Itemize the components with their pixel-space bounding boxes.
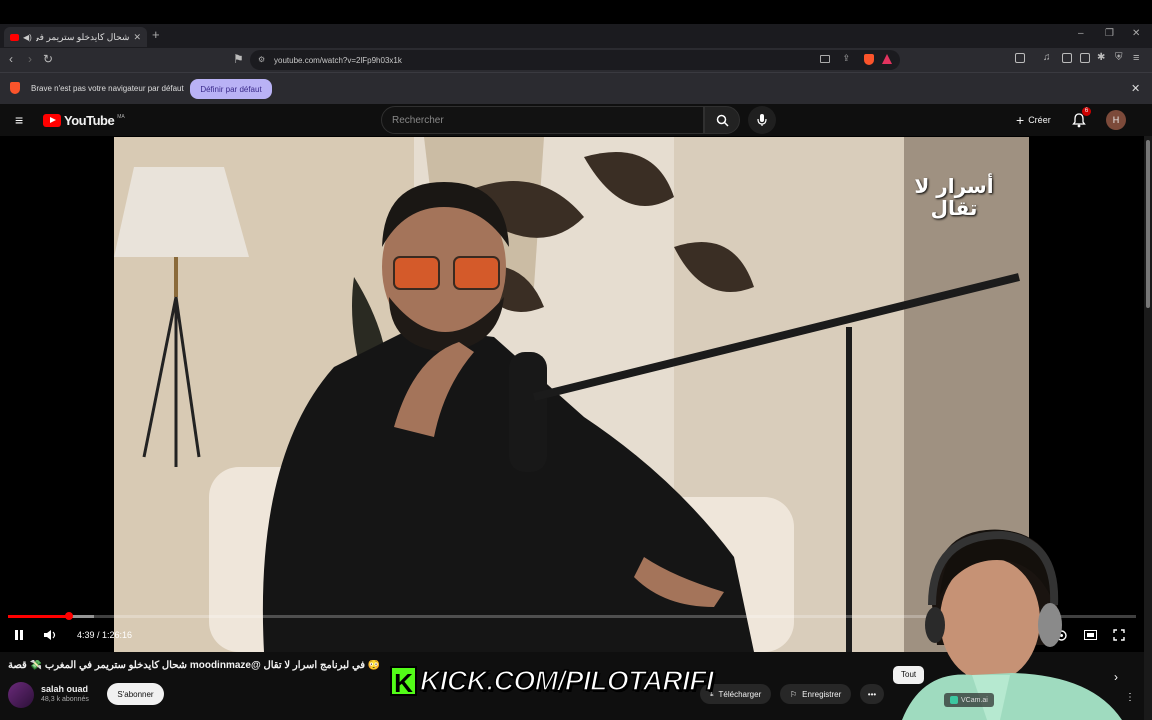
- streamer-webcam-image: [902, 529, 1122, 720]
- volume-icon[interactable]: [43, 629, 58, 641]
- vpn-icon[interactable]: ⛨: [1115, 52, 1123, 63]
- scrubber-knob[interactable]: [64, 612, 73, 620]
- channel-avatar[interactable]: [8, 682, 34, 708]
- brave-logo-icon: [10, 82, 20, 94]
- close-infobar-icon[interactable]: ✕: [1131, 82, 1140, 95]
- download-label: Télécharger: [718, 689, 762, 699]
- kick-overlay: K KICK.COM/PILOTARIFI: [390, 664, 715, 698]
- url-text: youtube.com/watch?v=2lFp9h03x1k: [274, 55, 402, 65]
- webcam-overlay: VCam.ai: [892, 525, 1144, 720]
- hamburger-menu-icon[interactable]: ≡: [15, 112, 23, 128]
- search-icon: [716, 114, 729, 127]
- youtube-logo[interactable]: YouTube MA: [43, 113, 125, 128]
- address-bar[interactable]: ⚙ youtube.com/watch?v=2lFp9h03x1k ⇪: [250, 50, 900, 70]
- channel-name[interactable]: salah ouad: [41, 684, 88, 694]
- infobar-message: Brave n'est pas votre navigateur par déf…: [31, 84, 184, 93]
- account-avatar[interactable]: H: [1106, 110, 1126, 130]
- time-display: 4:39 / 1:26:16: [77, 630, 133, 640]
- minimize-window-button[interactable]: –: [1078, 28, 1084, 39]
- maximize-window-button[interactable]: ❐: [1105, 28, 1114, 39]
- kick-url-text: KICK.COM/PILOTARIFI: [419, 664, 714, 697]
- new-tab-button[interactable]: +: [152, 27, 160, 42]
- tab-title: شحال كايدخلو ستريمر في: [35, 31, 130, 42]
- save-button[interactable]: ⚐ Enregistrer: [780, 684, 852, 704]
- youtube-play-icon: [43, 114, 61, 127]
- set-default-button[interactable]: Définir par défaut: [190, 79, 272, 99]
- sidebar-toggle-icon[interactable]: [1015, 53, 1025, 63]
- wallet-icon[interactable]: [1080, 53, 1090, 63]
- back-arrow-icon[interactable]: ‹: [9, 52, 13, 66]
- youtube-wordmark: YouTube: [64, 113, 115, 128]
- pause-icon[interactable]: [13, 629, 25, 641]
- brave-shields-icon[interactable]: [864, 54, 874, 65]
- brave-rewards-icon[interactable]: [882, 54, 892, 64]
- played-bar: [8, 615, 69, 618]
- close-window-button[interactable]: ✕: [1132, 28, 1140, 39]
- window-top-strip: [0, 0, 1152, 24]
- browser-tab-active[interactable]: ◀) شحال كايدخلو ستريمر في ✕: [4, 27, 147, 47]
- search-input[interactable]: Rechercher: [381, 106, 704, 134]
- search-button[interactable]: [704, 106, 740, 134]
- reload-icon[interactable]: ↻: [43, 52, 53, 66]
- vcam-label: VCam.ai: [961, 696, 988, 704]
- show-logo-text: أسرار لا تقال: [914, 174, 994, 220]
- reading-list-icon[interactable]: [1062, 53, 1072, 63]
- bookmark-icon[interactable]: ⚑: [233, 52, 244, 66]
- page-scrollbar[interactable]: [1144, 136, 1152, 720]
- scrollbar-thumb[interactable]: [1146, 140, 1150, 308]
- country-code: MA: [117, 113, 125, 120]
- menu-icon[interactable]: ≡: [1133, 52, 1139, 64]
- extensions-icon[interactable]: ✱: [1097, 52, 1105, 63]
- close-tab-icon[interactable]: ✕: [133, 32, 141, 43]
- vcam-watermark: VCam.ai: [944, 693, 994, 707]
- bookmark-save-icon: ⚐: [790, 689, 798, 699]
- video-title: 😳 في لبرنامج أسرار لا تقال @moodinmaze ش…: [8, 660, 381, 671]
- vcam-logo-icon: [950, 696, 958, 704]
- youtube-header: ≡ YouTube MA Rechercher + Créer 6 H: [0, 104, 1152, 136]
- forward-arrow-icon[interactable]: ›: [28, 52, 32, 66]
- save-label: Enregistrer: [802, 689, 842, 699]
- create-button[interactable]: + Créer: [1010, 110, 1057, 130]
- create-label: Créer: [1028, 115, 1051, 125]
- browser-tab-bar: ◀) شحال كايدخلو ستريمر في ✕ + – ❐ ✕: [0, 24, 1152, 48]
- plus-icon: +: [1016, 112, 1025, 128]
- show-logo-overlay: أسرار لا تقال: [906, 155, 1002, 239]
- kick-logo-icon: K: [390, 666, 417, 698]
- screenshot-icon[interactable]: [820, 55, 830, 63]
- browser-toolbar: ‹ › ↻ ⚑ ⚙ youtube.com/watch?v=2lFp9h03x1…: [0, 48, 1152, 72]
- site-info-icon[interactable]: ⚙: [258, 55, 265, 64]
- share-icon[interactable]: ⇪: [842, 53, 850, 64]
- more-actions-button[interactable]: •••: [860, 684, 884, 704]
- microphone-icon: [757, 114, 767, 126]
- subscribe-button[interactable]: S'abonner: [107, 683, 164, 705]
- media-icon[interactable]: ♫: [1043, 52, 1051, 63]
- audio-playing-icon[interactable]: ◀): [23, 33, 32, 42]
- channel-subscriber-count: 48,3 k abonnés: [41, 696, 89, 703]
- notification-count-badge: 6: [1082, 107, 1091, 116]
- default-browser-infobar: Brave n'est pas votre navigateur par déf…: [0, 72, 1152, 104]
- youtube-favicon-icon: [10, 33, 19, 41]
- voice-search-button[interactable]: [748, 106, 776, 134]
